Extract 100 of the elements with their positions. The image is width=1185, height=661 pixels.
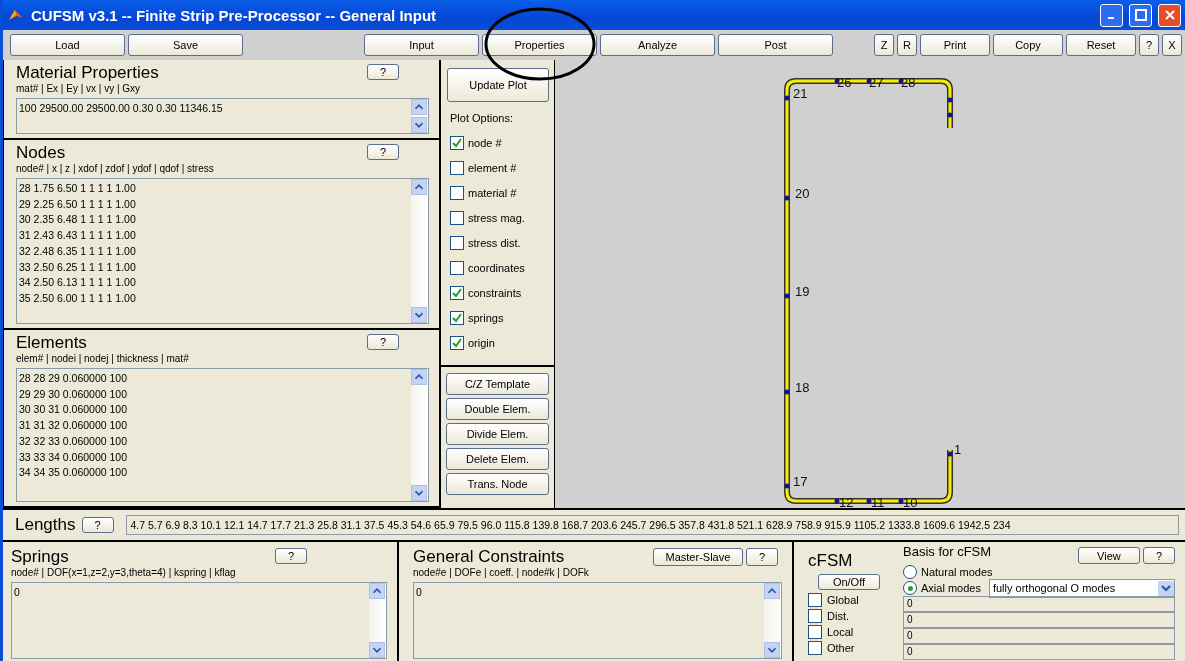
data-list[interactable]: 0	[413, 582, 782, 659]
list-row-text: 30 30 31 0.060000 100	[19, 402, 129, 418]
panel-title: Springs	[11, 548, 69, 566]
checkbox[interactable]	[450, 310, 464, 325]
option-label: origin	[468, 336, 495, 349]
panel-title: cFSM	[808, 552, 854, 570]
help-button[interactable]: ?	[367, 144, 399, 160]
list-row-text: 29 29 30 0.060000 100	[19, 386, 129, 402]
scroll-up-icon[interactable]	[764, 583, 780, 599]
maximize-icon[interactable]	[1129, 3, 1152, 27]
option-label: stress dist.	[468, 236, 521, 249]
option-label: node #	[468, 136, 502, 149]
update-plot-button[interactable]: Update Plot	[447, 68, 549, 102]
data-list[interactable]	[16, 178, 429, 324]
checkbox[interactable]	[450, 160, 464, 175]
list-row-text: 35 2.50 6.00 1 1 1 1 1.00	[19, 290, 137, 306]
list-row-text: 100 29500.00 29500.00 0.30 0.30 11346.15	[19, 101, 224, 116]
class-value-field[interactable]: 0	[903, 612, 1175, 628]
radio-button[interactable]	[903, 565, 917, 579]
scroll-down-icon[interactable]	[764, 642, 780, 658]
list-row-text: 34 34 35 0.060000 100	[19, 465, 129, 481]
scroll-down-icon[interactable]	[411, 485, 427, 501]
list-row-text: 30 2.35 6.48 1 1 1 1 1.00	[19, 212, 137, 228]
list-row-text: 32 32 33 0.060000 100	[19, 433, 129, 449]
scroll-up-icon[interactable]	[411, 179, 427, 195]
class-value-field[interactable]: 0	[903, 596, 1175, 612]
toolbar-button[interactable]: Post	[718, 34, 833, 56]
checkbox[interactable]	[808, 625, 822, 639]
window-title: CUFSM v3.1 -- Finite Strip Pre-Processor -- General Input	[31, 6, 438, 24]
option-label: coordinates	[468, 261, 525, 274]
help-button[interactable]: ?	[367, 64, 399, 80]
scroll-up-icon[interactable]	[411, 99, 427, 115]
tool-button[interactable]: Double Elem.	[446, 398, 549, 420]
checkbox[interactable]	[450, 185, 464, 200]
radio-button[interactable]	[903, 581, 917, 595]
toolbar-button[interactable]: Input	[364, 34, 479, 56]
node-label: 18	[795, 380, 810, 395]
view-button[interactable]: View	[1077, 547, 1140, 564]
master-slave-button[interactable]: Master-Slave	[652, 548, 743, 566]
data-list[interactable]: 100 29500.00 29500.00 0.30 0.30 11346.15	[16, 98, 429, 134]
option-label: stress mag.	[468, 211, 525, 224]
help-button[interactable]: ?	[275, 548, 307, 564]
toolbar-button[interactable]: Z	[874, 34, 894, 56]
tool-button[interactable]: Trans. Node	[446, 473, 549, 495]
help-button[interactable]: ?	[746, 548, 778, 566]
lengths-field[interactable]: 4.7 5.7 6.9 8.3 10.1 12.1 14.7 17.7 21.3 25.8 31.1 37.5 45.3 54.6 65.9 79.5 96.0 115.8 139.8 168.7 203.6 245.7 296.5 357.8 431.8 521.1 628.9 758.9 915.9 1105.2 1333.8 1609.6 1942.5 234	[125, 515, 1179, 535]
toolbar-button[interactable]: Print	[920, 34, 990, 56]
checkbox[interactable]	[450, 260, 464, 275]
checkbox[interactable]	[450, 235, 464, 250]
checkbox[interactable]	[808, 609, 822, 623]
scroll-up-icon[interactable]	[411, 369, 427, 385]
node-label: 27	[869, 75, 884, 90]
toolbar-button[interactable]: Analyze	[600, 34, 715, 56]
toggle-button[interactable]: On/Off	[818, 574, 880, 590]
column-header: elem# | nodei | nodej | thickness | mat#	[16, 353, 190, 364]
panel-title: Nodes	[16, 144, 66, 162]
minimize-icon[interactable]	[1100, 3, 1123, 27]
toolbar-button[interactable]: R	[897, 34, 917, 56]
toolbar-button[interactable]: Copy	[993, 34, 1063, 56]
column-header: node#e | DOFe | coeff. | node#k | DOFk	[413, 567, 590, 578]
node-label: 21	[793, 86, 808, 101]
help-button[interactable]: ?	[81, 517, 114, 533]
class-value-field[interactable]: 0	[903, 644, 1175, 660]
option-label: material #	[468, 186, 517, 199]
scroll-down-icon[interactable]	[411, 117, 427, 133]
class-label: Dist.	[827, 610, 849, 622]
help-button[interactable]: ?	[367, 334, 399, 350]
panel-title: Elements	[16, 334, 87, 352]
toolbar-button[interactable]: X	[1162, 34, 1182, 56]
class-label: Other	[827, 642, 855, 654]
toolbar-button[interactable]: Save	[128, 34, 243, 56]
class-label: Global	[827, 594, 859, 606]
close-icon[interactable]	[1158, 3, 1181, 27]
checkbox[interactable]	[808, 593, 822, 607]
checkbox[interactable]	[450, 285, 464, 300]
checkbox[interactable]	[450, 210, 464, 225]
column-header: node# | DOF(x=1,z=2,y=3,theta=4) | kspring | kflag	[11, 567, 237, 578]
scroll-down-icon[interactable]	[369, 642, 385, 658]
class-label: Local	[827, 626, 854, 638]
lengths-label: Lengths	[15, 516, 76, 534]
list-row-text: 28 28 29 0.060000 100	[19, 371, 129, 386]
toolbar-button[interactable]: ?	[1139, 34, 1159, 56]
class-value-field[interactable]: 0	[903, 628, 1175, 644]
toolbar-button[interactable]: Load	[10, 34, 125, 56]
help-button[interactable]: ?	[1143, 547, 1175, 564]
checkbox[interactable]	[808, 641, 822, 655]
column-header: node# | x | z | xdof | zdof | ydof | qdof | stress	[16, 163, 215, 174]
node-label: 28	[901, 75, 916, 90]
tool-button[interactable]: C/Z Template	[446, 373, 549, 395]
checkbox[interactable]	[450, 335, 464, 350]
toolbar-button[interactable]: Properties	[482, 34, 597, 56]
tool-button[interactable]: Divide Elem.	[446, 423, 549, 445]
scroll-down-icon[interactable]	[411, 307, 427, 323]
scroll-up-icon[interactable]	[369, 583, 385, 599]
toolbar-button[interactable]: Reset	[1066, 34, 1136, 56]
data-list[interactable]: 0	[11, 582, 387, 659]
checkbox[interactable]	[450, 135, 464, 150]
data-list[interactable]: 28 28 29 0.060000 100 29 29 30 0.060000 100 30 30 31 0.060000 100 31 31 32 0.060000 100 32 32 33 0.060000 100 33 33 34 0.060000 100 34 34 35 0.060000 100	[16, 368, 429, 502]
node-label: 1	[954, 442, 962, 457]
tool-button[interactable]: Delete Elem.	[446, 448, 549, 470]
